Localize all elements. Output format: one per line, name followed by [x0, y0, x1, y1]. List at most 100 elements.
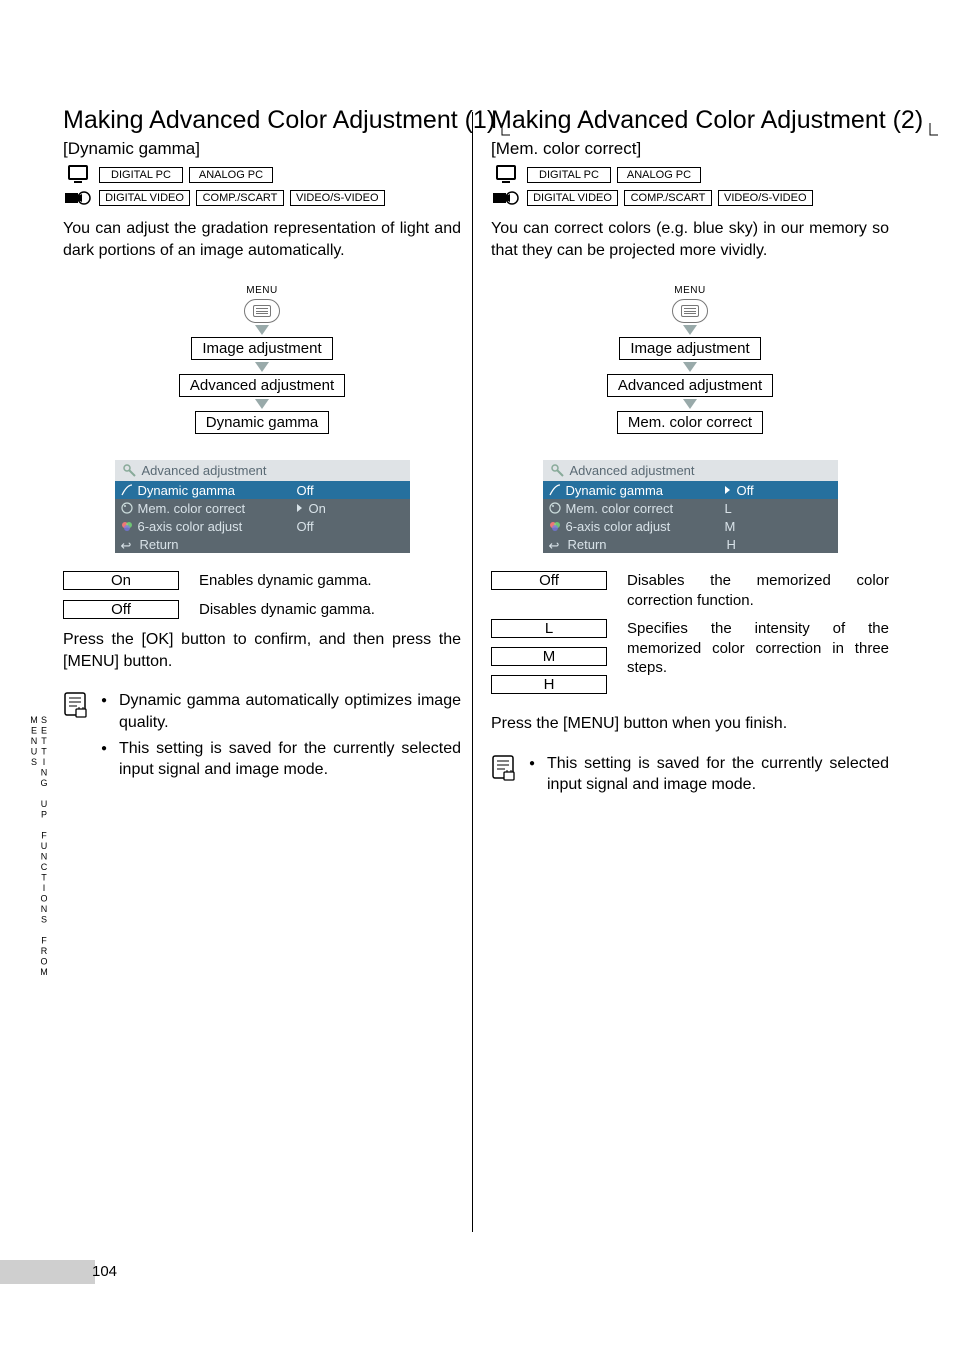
video-sources-row: DIGITAL VIDEO COMP./SCART VIDEO/S-VIDEO: [491, 188, 889, 208]
osd-row-selected: Dynamic gamma Off: [543, 481, 838, 499]
heading-tick-icon: [501, 123, 511, 139]
option-description: Disables dynamic gamma.: [199, 600, 461, 620]
intro-text: You can correct colors (e.g. blue sky) i…: [491, 218, 889, 261]
osd-item-value: Off: [737, 483, 754, 498]
source-chip: VIDEO/S-VIDEO: [718, 190, 813, 206]
page-number: 104: [92, 1263, 117, 1280]
document-page: SETTING UP FUNCTIONS FROM MENUS 104 Maki…: [0, 0, 954, 1352]
video-sources-row: DIGITAL VIDEO COMP./SCART VIDEO/S-VIDEO: [63, 188, 461, 208]
osd-row: Mem. color correct L: [543, 499, 838, 517]
down-arrow-icon: [255, 325, 269, 335]
note-icon: [491, 755, 515, 781]
selection-marker-icon: [725, 486, 730, 494]
osd-item-label: Return: [140, 537, 295, 552]
page-number-bar: 104: [0, 1260, 132, 1284]
osd-title-text: Advanced adjustment: [570, 463, 695, 478]
instruction-text: Press the [OK] button to confirm, and th…: [63, 629, 461, 672]
nav-step: Dynamic gamma: [195, 411, 330, 434]
heading-tick-icon: [929, 123, 939, 139]
osd-title-bar: Advanced adjustment: [543, 460, 838, 481]
instruction-text: Press the [MENU] button when you finish.: [491, 713, 889, 735]
return-icon: ↩: [121, 538, 134, 551]
nav-step: Mem. color correct: [617, 411, 763, 434]
osd-row: ↩ Return: [115, 535, 410, 553]
option-label: On: [63, 571, 179, 590]
osd-row: Mem. color correct On: [115, 499, 410, 517]
menu-label: MENU: [674, 285, 705, 296]
osd-item-value: Off: [297, 519, 314, 534]
monitor-icon: [491, 165, 521, 185]
osd-item-value: Off: [297, 483, 314, 498]
option-label-stack: L M H: [491, 619, 607, 703]
osd-row-selected: Dynamic gamma Off: [115, 481, 410, 499]
note-list: This setting is saved for the currently …: [529, 753, 889, 800]
down-arrow-icon: [683, 325, 697, 335]
section-subtitle: [Mem. color correct]: [491, 139, 889, 159]
return-icon: ↩: [549, 538, 562, 551]
hamburger-icon: [681, 305, 699, 317]
curve-icon: [549, 484, 562, 497]
osd-title-text: Advanced adjustment: [142, 463, 267, 478]
source-chip: DIGITAL PC: [99, 167, 183, 183]
heading-row: Making Advanced Color Adjustment (1): [63, 106, 461, 135]
osd-item-value: H: [727, 537, 736, 552]
menu-button-icon: [244, 299, 280, 323]
selection-marker-icon: [297, 504, 302, 512]
curve-icon: [121, 484, 134, 497]
wrench-icon: [551, 464, 564, 477]
source-chip: COMP./SCART: [624, 190, 712, 206]
osd-title-bar: Advanced adjustment: [115, 460, 410, 481]
camcorder-icon: [491, 188, 521, 208]
color-wheel-icon: [121, 520, 134, 533]
option-label: H: [491, 675, 607, 694]
osd-item-value: L: [725, 501, 732, 516]
source-chip: ANALOG PC: [617, 167, 701, 183]
down-arrow-icon: [255, 362, 269, 372]
osd-item-value: On: [309, 501, 326, 516]
source-chip: DIGITAL VIDEO: [527, 190, 618, 206]
osd-item-value: M: [725, 519, 736, 534]
osd-screenshot: Advanced adjustment Dynamic gamma Off Me…: [115, 460, 410, 553]
osd-row: 6-axis color adjust M: [543, 517, 838, 535]
source-chip: VIDEO/S-VIDEO: [290, 190, 385, 206]
note-block: Dynamic gamma automatically optimizes im…: [63, 690, 461, 784]
right-column: Making Advanced Color Adjustment (2) [Me…: [491, 106, 889, 800]
source-chip: DIGITAL VIDEO: [99, 190, 190, 206]
nav-step: Image adjustment: [191, 337, 332, 360]
option-label: L: [491, 619, 607, 638]
pc-sources-row: DIGITAL PC ANALOG PC: [63, 165, 461, 185]
osd-item-label: Mem. color correct: [566, 501, 721, 516]
color-wheel-icon: [549, 520, 562, 533]
osd-body: Dynamic gamma Off Mem. color correct L 6…: [543, 481, 838, 553]
nav-step: Image adjustment: [619, 337, 760, 360]
heading-row: Making Advanced Color Adjustment (2): [491, 106, 889, 135]
nav-step: Advanced adjustment: [179, 374, 345, 397]
wrench-icon: [123, 464, 136, 477]
down-arrow-icon: [255, 399, 269, 409]
options-table: Off Disables the memorized color correct…: [491, 571, 889, 703]
note-item: This setting is saved for the currently …: [529, 753, 889, 796]
osd-item-label: 6-axis color adjust: [138, 519, 293, 534]
section-subtitle: [Dynamic gamma]: [63, 139, 461, 159]
option-label: Off: [491, 571, 607, 590]
option-description: Disables the memorized color correction …: [627, 571, 889, 610]
note-list: Dynamic gamma automatically optimizes im…: [101, 690, 461, 784]
note-item: Dynamic gamma automatically optimizes im…: [101, 690, 461, 733]
section-title: Making Advanced Color Adjustment (1): [63, 106, 495, 135]
pc-sources-row: DIGITAL PC ANALOG PC: [491, 165, 889, 185]
camcorder-icon: [63, 188, 93, 208]
down-arrow-icon: [683, 362, 697, 372]
menu-label: MENU: [246, 285, 277, 296]
options-table: On Enables dynamic gamma. Off Disables d…: [63, 571, 461, 619]
palette-icon: [549, 502, 562, 515]
option-label: Off: [63, 600, 179, 619]
osd-item-label: Dynamic gamma: [566, 483, 721, 498]
note-item: This setting is saved for the currently …: [101, 738, 461, 781]
content-columns: Making Advanced Color Adjustment (1) [Dy…: [63, 106, 893, 800]
left-column: Making Advanced Color Adjustment (1) [Dy…: [63, 106, 461, 800]
osd-row: ↩ Return H: [543, 535, 838, 553]
osd-screenshot: Advanced adjustment Dynamic gamma Off Me…: [543, 460, 838, 553]
palette-icon: [121, 502, 134, 515]
down-arrow-icon: [683, 399, 697, 409]
option-row: L M H Specifies the intensity of the mem…: [491, 619, 889, 703]
